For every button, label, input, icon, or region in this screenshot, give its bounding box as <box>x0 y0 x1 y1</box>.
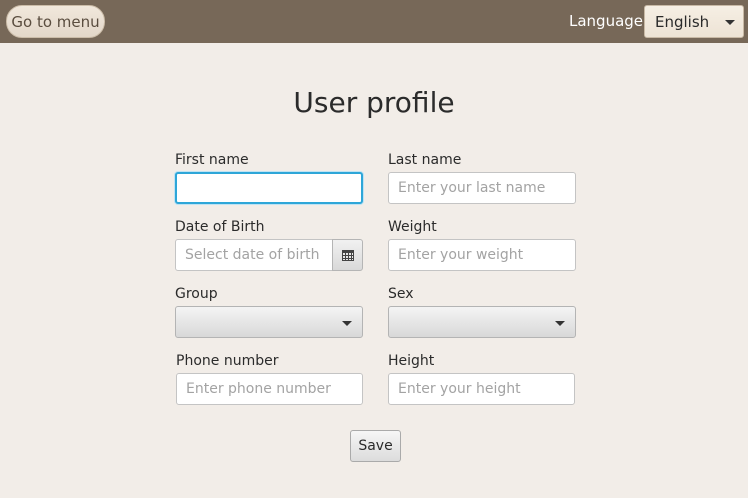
date-of-birth-picker <box>175 239 363 271</box>
height-field[interactable] <box>388 373 575 405</box>
height-label: Height <box>388 353 435 369</box>
chevron-down-icon <box>725 20 735 25</box>
group-label: Group <box>175 286 218 302</box>
calendar-icon <box>342 250 354 261</box>
last-name-label: Last name <box>388 152 462 168</box>
weight-field[interactable] <box>388 239 576 271</box>
language-select[interactable]: English <box>644 5 744 38</box>
phone-number-label: Phone number <box>176 353 279 369</box>
date-of-birth-label: Date of Birth <box>175 219 265 235</box>
page-title: User profile <box>293 86 455 119</box>
chevron-down-icon <box>555 321 565 326</box>
calendar-button[interactable] <box>332 239 363 271</box>
sex-select[interactable] <box>388 306 576 338</box>
language-select-value: English <box>655 13 710 31</box>
top-bar: Go to menu Language: English <box>0 0 748 43</box>
language-label: Language: <box>569 12 649 30</box>
go-to-menu-button[interactable]: Go to menu <box>6 5 105 38</box>
first-name-field[interactable] <box>175 172 363 204</box>
date-of-birth-field[interactable] <box>175 239 333 271</box>
phone-number-field[interactable] <box>176 373 363 405</box>
last-name-field[interactable] <box>388 172 576 204</box>
first-name-label: First name <box>175 152 249 168</box>
group-select[interactable] <box>175 306 363 338</box>
chevron-down-icon <box>342 321 352 326</box>
sex-label: Sex <box>388 286 414 302</box>
weight-label: Weight <box>388 219 437 235</box>
save-button[interactable]: Save <box>350 430 401 462</box>
